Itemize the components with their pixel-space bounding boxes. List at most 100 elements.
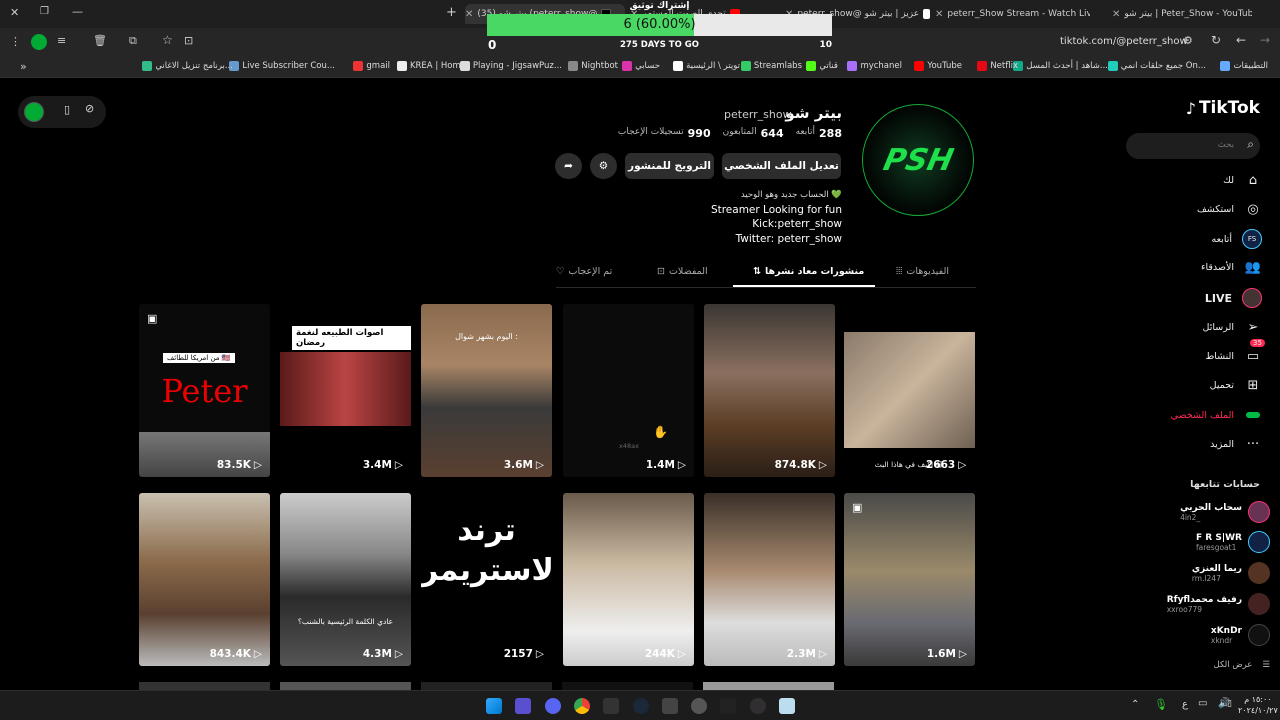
bookmark-item[interactable]: KREA | Home — [396, 61, 466, 71]
extensions-icon[interactable]: ⧉ — [129, 34, 137, 48]
video-card[interactable]: ▣ 1.6M ▷ — [844, 493, 975, 666]
bookmark-item[interactable]: حسابي — [622, 61, 660, 71]
more-bookmarks-icon[interactable]: » — [20, 60, 27, 73]
bookmark-item[interactable]: YouTube — [914, 61, 962, 71]
following-account[interactable]: Rfyflرفيف محمد xxroo779 — [1167, 593, 1270, 615]
nav-more[interactable]: ··· المزيد — [1210, 435, 1262, 453]
browser-tab[interactable]: peterr_Show Stream - Watch Live ✕ — [935, 4, 1090, 24]
tray-chevron-icon[interactable]: ⌃ — [1131, 699, 1139, 710]
bookmark-item[interactable]: gmail — [353, 61, 390, 71]
video-card[interactable]: اصوات الطبيعه لنغمة رمضان 3.4M ▷ — [280, 304, 411, 477]
bookmark-item[interactable]: التطبيقات — [1220, 61, 1268, 71]
browser-tab[interactable]: Peter_Show - YouTube | بيتر شو ✕ — [1112, 4, 1252, 24]
video-card[interactable]: ▣ من امريكا للطائف 🇺🇸 Peter 83.5K ▷ — [139, 304, 270, 477]
tab-reposts[interactable]: ⇅ منشورات معاد نشرها — [753, 266, 864, 277]
close-window-icon[interactable]: ✕ — [10, 6, 19, 19]
clock[interactable]: ١٥:٠٠ م ٢٠٢٤/١٠/٢٧ — [1238, 694, 1278, 716]
video-card[interactable]: 874.8K ▷ — [704, 304, 835, 477]
following-account[interactable]: xKnDr xkndr — [1211, 624, 1270, 646]
nav-explore[interactable]: ◎ استكشف — [1197, 200, 1262, 218]
see-all-link[interactable]: ☰ عرض الكل — [1214, 660, 1270, 670]
bookmark-item[interactable]: قناتي — [806, 61, 838, 71]
tab-close-icon[interactable]: ✕ — [935, 9, 943, 20]
battery-icon[interactable]: ▯ — [1227, 699, 1232, 709]
nav-profile[interactable]: الملف الشخصي — [1171, 406, 1262, 424]
stat-following[interactable]: 288 أتابعه — [796, 127, 842, 140]
chrome-icon[interactable] — [574, 698, 590, 714]
streamer-badge-icon[interactable] — [24, 102, 44, 122]
extension-avatar-icon[interactable] — [31, 34, 47, 50]
nav-messages[interactable]: ➢ الرسائل — [1203, 318, 1262, 336]
obs-icon[interactable] — [750, 698, 766, 714]
start-icon[interactable] — [486, 698, 502, 714]
address-bar[interactable]: tiktok.com/@peterr_show — [1060, 36, 1188, 47]
bookmark-item[interactable]: جميع حلقات انمي On... — [1107, 61, 1206, 71]
search-icon[interactable]: ⌕ — [1247, 137, 1254, 152]
tab-close-icon[interactable]: ✕ — [1112, 9, 1120, 20]
promote-post-button[interactable]: الترويج للمنشور — [625, 153, 714, 179]
bookmark-item[interactable]: تويتر \ الرئيسية — [673, 61, 740, 71]
bookmark-item[interactable]: شاهد | أحدث المسل... — [1013, 61, 1108, 71]
nav-activity[interactable]: ▭ 35 النشاط — [1205, 339, 1265, 365]
epic-app-icon[interactable] — [720, 698, 736, 714]
microphone-icon[interactable]: 🎙 — [1154, 698, 1168, 711]
compass-small-icon[interactable]: ⊘ — [85, 102, 94, 115]
phone-icon[interactable]: ▯ — [64, 103, 70, 116]
video-card[interactable]: 244K ▷ — [563, 493, 694, 666]
video-card[interactable]: عادي الكلمة الرئيسية بالشنب؟ 4.3M ▷ — [280, 493, 411, 666]
install-app-icon[interactable]: ⊡ — [184, 34, 193, 47]
tab-close-icon[interactable]: ✕ — [465, 9, 473, 20]
tab-liked[interactable]: ♡ تم الإعجاب — [556, 266, 612, 277]
settings-icon[interactable]: ⚙ — [590, 153, 617, 179]
steam-icon[interactable] — [633, 698, 649, 714]
next-app-icon[interactable] — [603, 698, 619, 714]
tab-videos[interactable]: ⦙⦙⦙ الفيديوهات — [896, 266, 949, 277]
tiktok-logo[interactable]: ♪ TikTok — [1186, 98, 1260, 118]
minimize-window-icon[interactable]: — — [72, 5, 83, 18]
nav-upload[interactable]: ⊞ تحميل — [1210, 376, 1262, 394]
edit-profile-button[interactable]: تعديل الملف الشخصي — [722, 153, 841, 179]
nav-live[interactable]: LIVE — [1205, 288, 1262, 308]
forward-icon[interactable]: → — [1260, 33, 1270, 47]
bookmark-item[interactable]: Streamlabs — [740, 61, 802, 71]
reload-icon[interactable]: ↻ — [1211, 33, 1221, 47]
xbox-icon[interactable] — [662, 698, 678, 714]
stat-followers[interactable]: 644 المتابعون — [723, 127, 784, 140]
media-controls-icon[interactable]: ≡ — [57, 34, 66, 47]
bookmark-star-icon[interactable]: ☆ — [162, 33, 173, 47]
notepad-icon[interactable] — [779, 698, 795, 714]
bookmark-item[interactable]: Nightbot — [568, 61, 618, 71]
restore-window-icon[interactable]: ❐ — [40, 6, 49, 17]
discord-icon[interactable] — [545, 698, 561, 714]
menu-dots-icon[interactable]: ⋮ — [10, 35, 21, 48]
bookmark-item[interactable]: Live Subscriber Cou... — [229, 61, 335, 71]
following-account[interactable]: F R S|WR faresgoat1 — [1196, 531, 1270, 553]
tab-favorites[interactable]: ⊡ المفضلات — [657, 266, 708, 277]
bookmark-item[interactable]: mychanel — [847, 61, 902, 71]
bookmark-item[interactable]: Netflix — [977, 61, 1018, 71]
new-tab-button[interactable]: + — [446, 5, 457, 20]
following-account[interactable]: ريما العنزي rm.l247 — [1192, 562, 1270, 584]
video-card[interactable]: 2.3M ▷ — [704, 493, 835, 666]
network-icon[interactable]: ▭ — [1198, 698, 1207, 709]
back-icon[interactable]: ← — [1236, 33, 1246, 47]
nav-for-you[interactable]: ⌂ لك — [1223, 171, 1262, 189]
profile-avatar[interactable]: PSH — [862, 104, 974, 216]
game-app-icon[interactable] — [691, 698, 707, 714]
search-input[interactable]: بحث ⌕ — [1126, 133, 1260, 159]
site-settings-icon[interactable]: ⚙ — [1183, 34, 1193, 47]
nav-friends[interactable]: 👥 الأصدقاء — [1201, 258, 1262, 276]
language-indicator[interactable]: ع — [1182, 699, 1188, 710]
video-card[interactable]: 843.4K ▷ — [139, 493, 270, 666]
apps-grid-icon[interactable] — [515, 698, 531, 714]
video-card[interactable]: ترند الاستريمر 2157 ▷ — [421, 493, 552, 666]
nav-following[interactable]: FS أتابعه — [1212, 229, 1262, 249]
following-account[interactable]: سحاب الحربي _4in2 — [1180, 501, 1270, 523]
video-card[interactable]: x48ax 1.4M ▷ — [563, 304, 694, 477]
share-icon[interactable]: ➦ — [555, 153, 582, 179]
trash-icon[interactable]: 🗑 — [93, 34, 107, 47]
video-card[interactable]: اكيف في هاذا البث 😂 2663 ▷ — [844, 304, 975, 477]
bookmark-item[interactable]: برنامج تنزيل الاغاني... — [142, 61, 233, 71]
video-card[interactable]: اليوم بشهر شوال : 3.6M ▷ — [421, 304, 552, 477]
bookmark-item[interactable]: Playing - JigsawPuz... — [459, 61, 562, 71]
